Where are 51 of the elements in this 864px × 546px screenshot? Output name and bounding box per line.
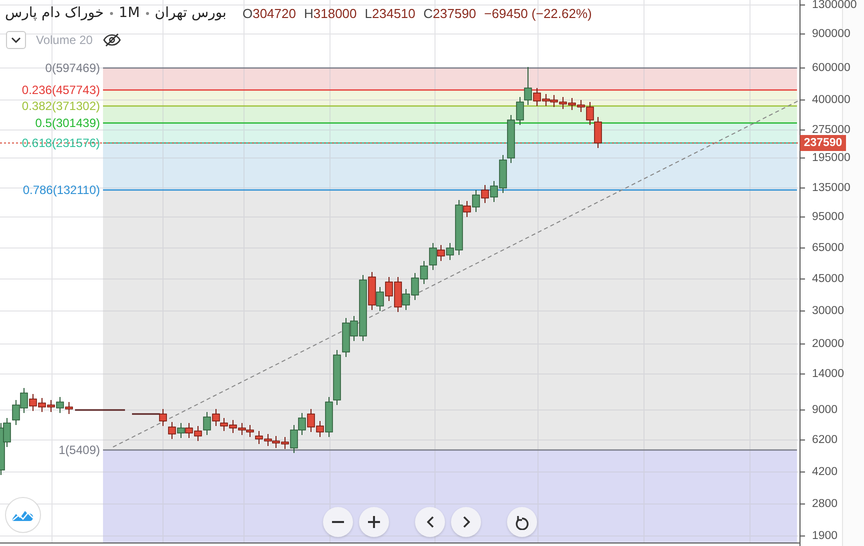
reset-icon: [515, 514, 529, 530]
price-axis-label: 1900: [812, 530, 838, 542]
price-axis-label: 45000: [812, 273, 844, 285]
collapse-button[interactable]: [6, 31, 26, 49]
price-axis-label: 4200: [812, 466, 838, 478]
price-change: −69450 (−22.62%): [484, 6, 592, 20]
cloud-chart-icon: [12, 508, 34, 522]
fib-level-label: 1(5409): [58, 443, 100, 457]
eye-crossed-icon[interactable]: [102, 33, 121, 47]
ohlc-label: H: [304, 6, 314, 20]
ohlc-value: 234510: [372, 6, 416, 20]
fib-level-label: 0.236(457743): [22, 83, 100, 97]
price-axis-label: 1300000: [812, 0, 857, 11]
price-axis-label: 900000: [812, 28, 850, 40]
price-axis-label: 20000: [812, 338, 844, 350]
ohlc-label: C: [423, 6, 433, 20]
flat-price-line: [75, 409, 125, 411]
chevron-down-icon: [11, 37, 21, 43]
price-axis-label: 275000: [812, 124, 850, 136]
ohlc-value: 318000: [313, 6, 357, 20]
ohlc-value: 304720: [252, 6, 296, 20]
ohlc-label: O: [242, 6, 253, 20]
last-price-label: 237590: [800, 135, 846, 151]
price-axis-label: 30000: [812, 305, 844, 317]
price-axis-label: 14000: [812, 368, 844, 380]
price-axis-label: 195000: [812, 152, 850, 164]
price-axis-label: 95000: [812, 211, 844, 223]
symbol-name: خوراک دام پارس: [5, 5, 104, 21]
price-axis-label: 135000: [812, 182, 850, 194]
fib-level-label: 0(597469): [45, 61, 100, 75]
fib-level-label: 0.5(301439): [35, 116, 100, 130]
fib-level-label: 0.786(132110): [22, 183, 100, 197]
minus-icon: [332, 521, 344, 523]
price-axis-label: 65000: [812, 242, 844, 254]
chevron-right-icon: [462, 516, 470, 528]
fib-level-label: 0.382(371302): [22, 99, 100, 113]
chevron-left-icon: [426, 516, 434, 528]
logo-button[interactable]: [5, 497, 41, 533]
price-axis-label: 9000: [812, 404, 838, 416]
ohlc-label: L: [364, 6, 372, 20]
exchange-name: بورس تهران: [154, 5, 226, 21]
price-axis-label: 2800: [812, 498, 838, 510]
fib-level-label: 0.618(231576): [22, 136, 100, 150]
ohlc-value: 237590: [432, 6, 476, 20]
plus-icon: [368, 516, 380, 528]
price-axis-label: 6200: [812, 434, 838, 446]
interval-label: 1M: [118, 5, 140, 21]
price-axis-label: 600000: [812, 62, 850, 74]
price-axis-label: 400000: [812, 94, 850, 106]
flat-price-line: [132, 413, 160, 415]
indicator-name: Volume 20: [36, 33, 93, 47]
